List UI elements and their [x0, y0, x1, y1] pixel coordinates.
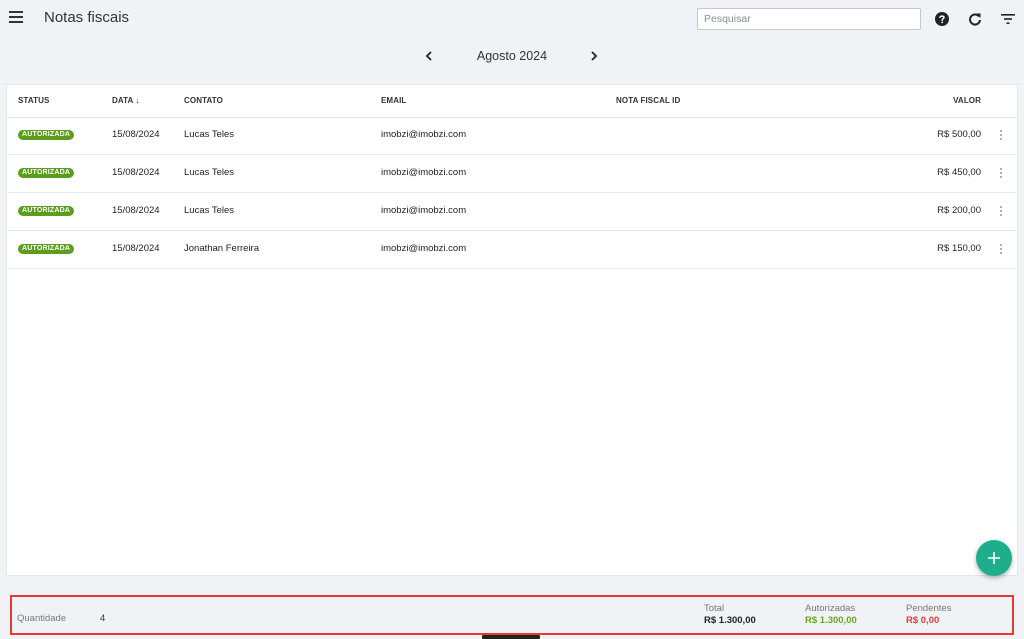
row-email: imobzi@imobzi.com: [381, 243, 467, 254]
column-header-status[interactable]: STATUS: [18, 96, 49, 105]
more-vertical-icon[interactable]: [995, 128, 1007, 142]
status-badge: AUTORIZADA: [18, 244, 75, 254]
row-email: imobzi@imobzi.com: [381, 129, 467, 140]
row-contact: Lucas Teles: [184, 167, 234, 178]
row-contact: Jonathan Ferreira: [184, 243, 259, 254]
add-invoice-button[interactable]: [976, 540, 1012, 576]
current-month: Agosto 2024: [476, 49, 548, 63]
plus-icon: [988, 552, 1000, 564]
row-value: R$ 500,00: [937, 129, 981, 140]
filter-icon[interactable]: [999, 10, 1017, 28]
row-date: 15/08/2024: [112, 205, 160, 216]
table-row[interactable]: AUTORIZADA 15/08/2024 Jonathan Ferreira …: [7, 231, 1017, 269]
pending-value: R$ 0,00: [906, 615, 940, 626]
chevron-left-icon[interactable]: [421, 48, 437, 64]
more-vertical-icon[interactable]: [995, 166, 1007, 180]
status-badge: AUTORIZADA: [18, 130, 75, 140]
row-value: R$ 200,00: [937, 205, 981, 216]
pending-label: Pendentes: [906, 603, 952, 614]
table-header: STATUS DATA ↓ CONTATO EMAIL NOTA FISCAL …: [7, 85, 1017, 118]
chevron-right-icon[interactable]: [586, 48, 602, 64]
row-contact: Lucas Teles: [184, 205, 234, 216]
row-date: 15/08/2024: [112, 167, 160, 178]
table-row[interactable]: AUTORIZADA 15/08/2024 Lucas Teles imobzi…: [7, 155, 1017, 193]
column-header-valor[interactable]: VALOR: [953, 96, 981, 105]
row-contact: Lucas Teles: [184, 129, 234, 140]
status-badge: AUTORIZADA: [18, 206, 75, 216]
refresh-icon[interactable]: [966, 10, 984, 28]
row-value: R$ 150,00: [937, 243, 981, 254]
invoices-table: STATUS DATA ↓ CONTATO EMAIL NOTA FISCAL …: [6, 84, 1018, 576]
column-header-email[interactable]: EMAIL: [381, 96, 406, 105]
menu-icon[interactable]: [9, 11, 25, 25]
total-label: Total: [704, 603, 725, 614]
bottom-tab-indicator: [482, 635, 540, 639]
row-date: 15/08/2024: [112, 243, 160, 254]
page-title: Notas fiscais: [44, 9, 130, 26]
help-icon[interactable]: [933, 10, 951, 28]
summary-footer: Quantidade 4 Total R$ 1.300,00 Autorizad…: [10, 595, 1014, 635]
table-row[interactable]: AUTORIZADA 15/08/2024 Lucas Teles imobzi…: [7, 193, 1017, 231]
more-vertical-icon[interactable]: [995, 242, 1007, 256]
status-badge: AUTORIZADA: [18, 168, 75, 178]
table-row[interactable]: AUTORIZADA 15/08/2024 Lucas Teles imobzi…: [7, 117, 1017, 155]
more-vertical-icon[interactable]: [995, 204, 1007, 218]
column-header-data[interactable]: DATA ↓: [112, 96, 140, 105]
search-input[interactable]: [697, 8, 921, 30]
row-date: 15/08/2024: [112, 129, 160, 140]
authorized-label: Autorizadas: [805, 603, 856, 614]
row-email: imobzi@imobzi.com: [381, 205, 467, 216]
authorized-value: R$ 1.300,00: [805, 615, 857, 626]
quantity-value: 4: [100, 613, 106, 624]
row-value: R$ 450,00: [937, 167, 981, 178]
top-bar: Notas fiscais: [0, 0, 1024, 40]
quantity-label: Quantidade: [17, 613, 67, 624]
row-email: imobzi@imobzi.com: [381, 167, 467, 178]
column-header-contato[interactable]: CONTATO: [184, 96, 223, 105]
column-header-nota-fiscal-id[interactable]: NOTA FISCAL ID: [616, 96, 680, 105]
total-value: R$ 1.300,00: [704, 615, 756, 626]
month-navigation: Agosto 2024: [0, 46, 1024, 68]
